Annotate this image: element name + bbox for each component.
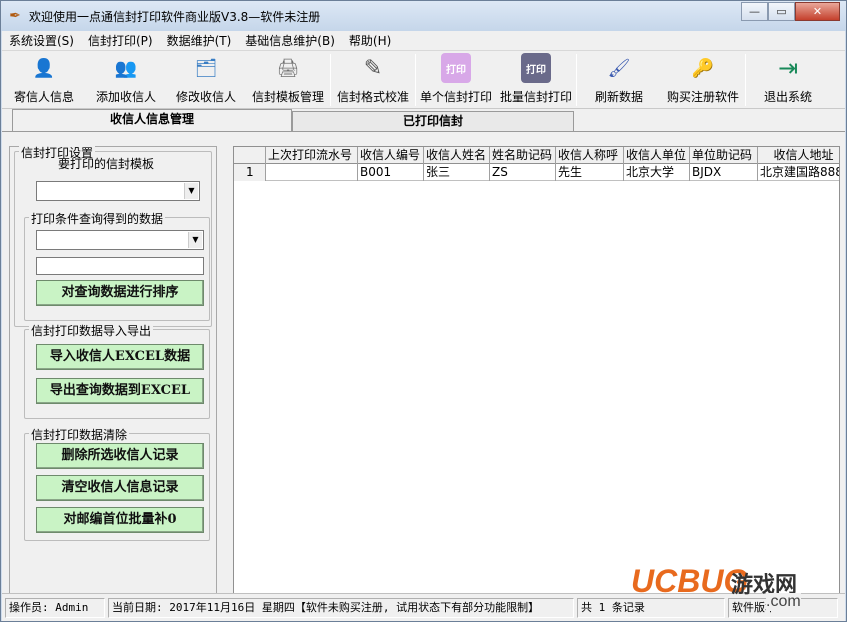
export-excel-button[interactable]: 导出查询数据到EXCEL [36, 378, 204, 404]
toolbar: 👤 寄信人信息 👥 添加收信人 🗂 修改收信人 🖨 信封模板管理 ✎ 信封格式校… [2, 51, 845, 109]
toolbar-sender-info-button[interactable]: 👤 寄信人信息 [2, 51, 86, 109]
column-header[interactable]: 单位助记码 [690, 147, 758, 164]
minimize-button[interactable]: — [741, 2, 768, 21]
column-header[interactable]: 收信人单位 [624, 147, 690, 164]
column-header[interactable]: 收信人姓名 [424, 147, 490, 164]
menu-system-settings[interactable]: 系统设置(S) [2, 32, 81, 49]
column-header[interactable]: 收信人称呼 [556, 147, 624, 164]
column-header[interactable]: 收信人编号 [358, 147, 424, 164]
toolbar-label: 添加收信人 [95, 90, 156, 104]
toolbar-label: 批量信封打印 [499, 90, 572, 104]
table-cell[interactable]: ZS [490, 164, 556, 181]
group-label: 打印条件查询得到的数据 [29, 210, 166, 227]
add-recipients-icon: 👥 [114, 57, 138, 79]
toolbar-add-recipient-button[interactable]: 👥 添加收信人 [86, 51, 166, 109]
menu-help[interactable]: 帮助(H) [342, 32, 398, 49]
chevron-down-icon[interactable]: ▼ [188, 232, 202, 248]
table-cell[interactable]: 北京大学 [624, 164, 690, 181]
row-header-corner [234, 147, 266, 164]
delete-selected-button[interactable]: 删除所选收信人记录 [36, 443, 204, 469]
toolbar-label: 信封模板管理 [251, 90, 324, 104]
batch-print-icon: 打印 [521, 53, 551, 83]
table-cell[interactable]: B001 [358, 164, 424, 181]
table-cell[interactable]: BJDX [690, 164, 758, 181]
toolbar-batch-print-button[interactable]: 打印 批量信封打印 [496, 51, 576, 109]
toolbar-label: 修改收信人 [175, 90, 236, 104]
app-window: ✒ 欢迎使用一点通信封打印软件商业版V3.8—软件未注册 — ▭ ✕ 系统设置(… [0, 0, 847, 622]
column-header[interactable]: 姓名助记码 [490, 147, 556, 164]
table-cell[interactable]: 北京建国路888号 [758, 164, 839, 181]
toolbar-refresh-button[interactable]: 🖌 刷新数据 [577, 51, 661, 109]
toolbar-label: 单个信封打印 [419, 90, 492, 104]
toolbar-label: 刷新数据 [594, 90, 643, 104]
left-panel: 信封打印设置 要打印的信封模板 ▼ 打印条件查询得到的数据 ▼ 对查询数据进行排… [9, 144, 217, 594]
template-label: 要打印的信封模板 [58, 157, 155, 171]
table-cell[interactable]: 先生 [556, 164, 624, 181]
calibrate-icon: ✎ [363, 55, 383, 81]
toolbar-label: 寄信人信息 [13, 90, 74, 104]
toolbar-single-print-button[interactable]: 打印 单个信封打印 [416, 51, 496, 109]
app-quill-icon: ✒ [9, 8, 21, 24]
import-excel-button[interactable]: 导入收信人EXCEL数据 [36, 344, 204, 370]
table-row[interactable]: 1 B001 张三 ZS 先生 北京大学 BJDX 北京建国路888号 [234, 164, 839, 181]
status-record-count: 共 1 条记录 [577, 597, 725, 618]
group-label: 信封打印数据导入导出 [29, 322, 154, 339]
toolbar-label: 信封格式校准 [336, 90, 409, 104]
status-date: 当前日期: 2017年11月16日 星期四【软件未购买注册, 试用状态下有部分功… [108, 597, 574, 618]
exit-icon: ⇥ [777, 54, 799, 82]
edit-recipient-icon: 🗂 [194, 57, 218, 79]
query-text-field[interactable] [36, 257, 204, 275]
zip-pad-zero-button[interactable]: 对邮编首位批量补0 [36, 507, 204, 533]
tab-printed-envelopes[interactable]: 已打印信封 [292, 111, 574, 132]
menu-basic-info[interactable]: 基础信息维护(B) [238, 32, 342, 49]
toolbar-label: 退出系统 [763, 90, 812, 104]
close-button[interactable]: ✕ [795, 2, 840, 21]
row-number: 1 [234, 164, 266, 181]
single-print-icon: 打印 [441, 53, 471, 83]
toolbar-register-button[interactable]: 🔑 购买注册软件 [661, 51, 745, 109]
table-header: 上次打印流水号 收信人编号 收信人姓名 姓名助记码 收信人称呼 收信人单位 单位… [234, 147, 839, 164]
sender-icon: 👤 [32, 57, 56, 79]
table-cell[interactable]: 张三 [424, 164, 490, 181]
title-bar: ✒ 欢迎使用一点通信封打印软件商业版V3.8—软件未注册 — ▭ ✕ [1, 1, 846, 31]
sort-data-button[interactable]: 对查询数据进行排序 [36, 280, 204, 306]
template-manage-icon: 🖨 [276, 57, 300, 79]
column-header[interactable]: 上次打印流水号 [266, 147, 358, 164]
status-operator: 操作员: Admin [5, 597, 105, 618]
menu-bar: 系统设置(S) 信封打印(P) 数据维护(T) 基础信息维护(B) 帮助(H) [2, 31, 845, 51]
template-select[interactable]: ▼ [36, 181, 200, 201]
column-header[interactable]: 收信人地址 [758, 147, 839, 164]
toolbar-calibrate-button[interactable]: ✎ 信封格式校准 [331, 51, 415, 109]
tab-strip: 收信人信息管理 已打印信封 [2, 109, 845, 132]
toolbar-edit-recipient-button[interactable]: 🗂 修改收信人 [166, 51, 246, 109]
menu-envelope-print[interactable]: 信封打印(P) [81, 32, 160, 49]
menu-data-maintenance[interactable]: 数据维护(T) [160, 32, 239, 49]
tab-recipient-info[interactable]: 收信人信息管理 [12, 109, 292, 132]
watermark-domain: .com [766, 593, 801, 611]
clear-all-button[interactable]: 清空收信人信息记录 [36, 475, 204, 501]
recipient-table[interactable]: 上次打印流水号 收信人编号 收信人姓名 姓名助记码 收信人称呼 收信人单位 单位… [233, 146, 840, 594]
tab-content: 信封打印设置 要打印的信封模板 ▼ 打印条件查询得到的数据 ▼ 对查询数据进行排… [2, 131, 845, 594]
refresh-brush-icon: 🖌 [607, 57, 631, 79]
maximize-button[interactable]: ▭ [768, 2, 795, 21]
window-title: 欢迎使用一点通信封打印软件商业版V3.8—软件未注册 [29, 9, 321, 24]
group-label: 信封打印数据清除 [29, 426, 130, 443]
import-export-group: 信封打印数据导入导出 [24, 322, 210, 419]
chevron-down-icon[interactable]: ▼ [184, 183, 198, 199]
register-key-icon: 🔑 [691, 57, 715, 79]
toolbar-template-manage-button[interactable]: 🖨 信封模板管理 [246, 51, 330, 109]
query-select[interactable]: ▼ [36, 230, 204, 250]
toolbar-exit-button[interactable]: ⇥ 退出系统 [746, 51, 830, 109]
toolbar-label: 购买注册软件 [666, 90, 739, 104]
table-cell[interactable] [266, 164, 358, 181]
